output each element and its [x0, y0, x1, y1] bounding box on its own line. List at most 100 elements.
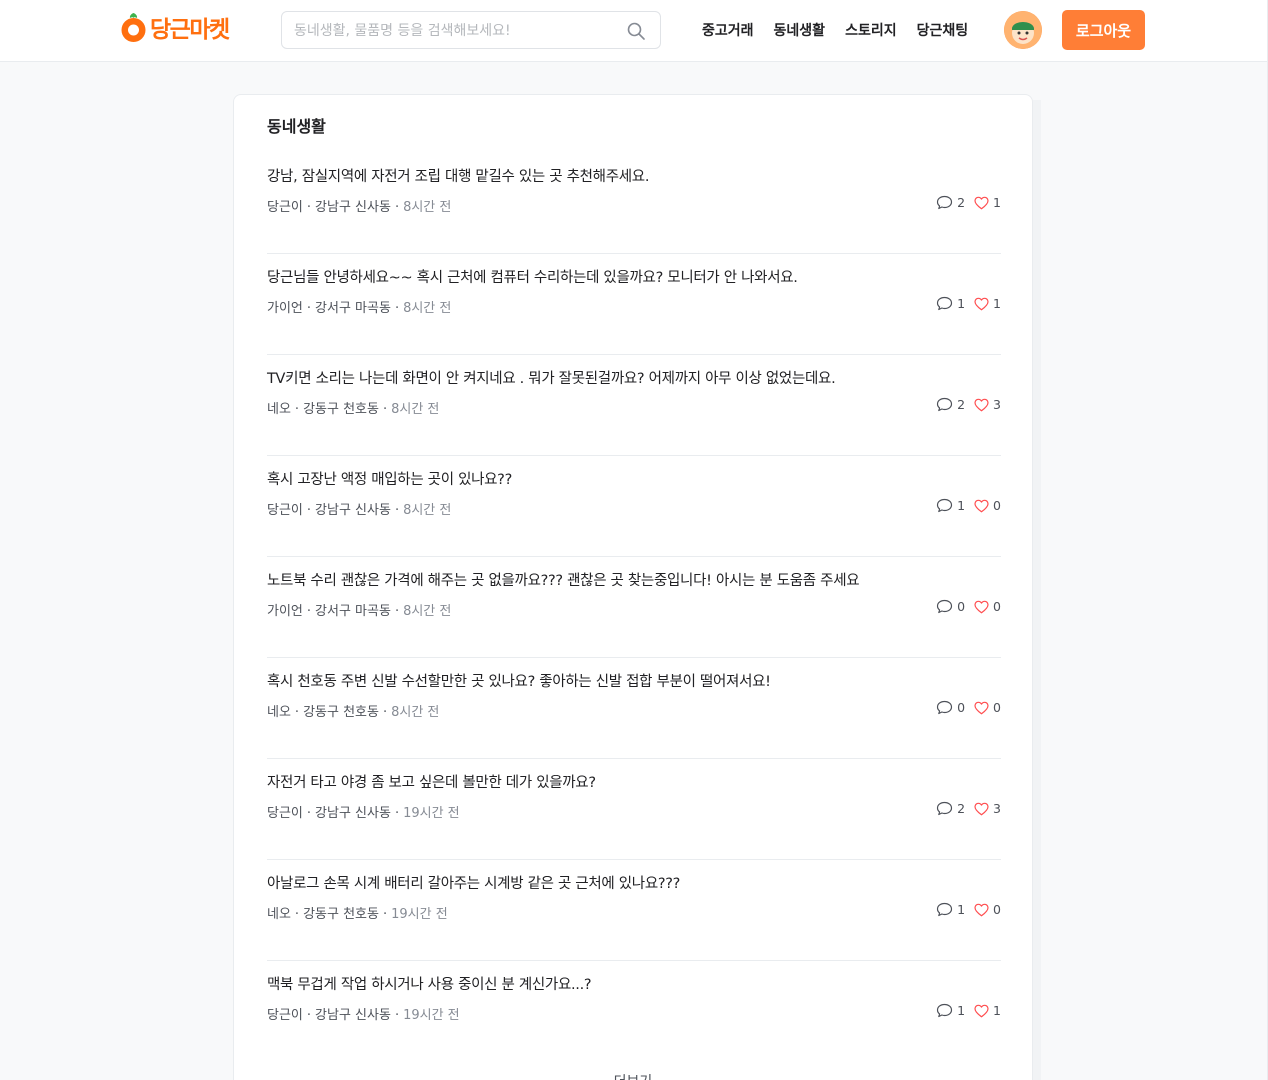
post-item[interactable]: 혹시 고장난 액정 매입하는 곳이 있나요?? 당근이 · 강남구 신사동 · 8시간 … — [267, 456, 1001, 557]
post-item[interactable]: 강남, 잠실지역에 자전거 조립 대행 맡길수 있는 곳 추천해주세요. 당근이… — [267, 153, 1001, 254]
comment-count-value: 2 — [957, 195, 966, 210]
post-title[interactable]: 혹시 고장난 액정 매입하는 곳이 있나요?? — [267, 468, 512, 489]
post-meta: 가이언 · 강서구 마곡동 · 8시간 전 — [267, 297, 451, 316]
post-title[interactable]: 맥북 무겁게 작업 하시거나 사용 중이신 분 계신가요...? — [267, 973, 592, 994]
logout-button[interactable]: 로그아웃 — [1062, 10, 1145, 50]
comment-count: 2 — [936, 397, 965, 412]
comment-count-value: 1 — [957, 498, 966, 513]
comment-icon — [936, 801, 953, 816]
post-item[interactable]: 당근님들 안녕하세요~~ 혹시 근처에 컴퓨터 수리하는데 있을까요? 모니터가… — [267, 254, 1001, 355]
nav-community[interactable]: 동네생활 — [774, 20, 826, 40]
heart-icon — [974, 802, 989, 816]
heart-icon — [974, 1004, 989, 1018]
post-author: 당근이 — [267, 806, 303, 821]
logo-text: 당근마켓 — [150, 17, 230, 43]
post-meta: 당근이 · 강남구 신사동 · 19시간 전 — [267, 802, 460, 821]
top-header: 당근마켓 중고거래 동네생활 스토리지 당근채팅 로그아웃 — [0, 0, 1268, 62]
comment-count: 1 — [936, 1003, 965, 1018]
comment-count-value: 1 — [957, 902, 966, 917]
post-time: 8시간 전 — [403, 200, 452, 215]
post-list: 강남, 잠실지역에 자전거 조립 대행 맡길수 있는 곳 추천해주세요. 당근이… — [267, 153, 1001, 1062]
like-count: 1 — [974, 195, 1001, 210]
post-item[interactable]: 노트북 수리 괜찮은 가격에 해주는 곳 없을까요??? 괜찮은 곳 찾는중입니… — [267, 557, 1001, 658]
comment-icon — [936, 498, 953, 513]
post-author: 가이언 — [267, 604, 303, 619]
post-title[interactable]: 당근님들 안녕하세요~~ 혹시 근처에 컴퓨터 수리하는데 있을까요? 모니터가… — [267, 266, 798, 287]
post-location: 강동구 천호동 — [303, 705, 379, 720]
like-count: 0 — [974, 902, 1001, 917]
separator-dot: · — [294, 907, 300, 922]
heart-icon — [974, 903, 989, 917]
post-title[interactable]: 노트북 수리 괜찮은 가격에 해주는 곳 없을까요??? 괜찮은 곳 찾는중입니… — [267, 569, 860, 590]
post-item[interactable]: 혹시 천호동 주변 신발 수선할만한 곳 있나요? 좋아하는 신발 접합 부분이… — [267, 658, 1001, 759]
post-location: 강남구 신사동 — [315, 200, 391, 215]
post-time: 19시간 전 — [391, 907, 448, 922]
post-title[interactable]: 자전거 타고 야경 좀 보고 싶은데 볼만한 데가 있을까요? — [267, 771, 596, 792]
separator-dot: · — [394, 806, 400, 821]
separator-dot: · — [306, 1008, 312, 1023]
post-time: 8시간 전 — [403, 503, 452, 518]
post-time: 8시간 전 — [391, 705, 440, 720]
post-author: 네오 — [267, 705, 291, 720]
post-title[interactable]: 강남, 잠실지역에 자전거 조립 대행 맡길수 있는 곳 추천해주세요. — [267, 165, 649, 186]
post-meta: 가이언 · 강서구 마곡동 · 8시간 전 — [267, 600, 451, 619]
comment-count: 1 — [936, 902, 965, 917]
search-icon[interactable] — [626, 21, 646, 41]
search-input[interactable] — [294, 20, 614, 42]
post-meta: 네오 · 강동구 천호동 · 8시간 전 — [267, 398, 439, 417]
comment-count: 1 — [936, 498, 965, 513]
post-stats: 0 0 — [936, 599, 1001, 614]
post-location: 강동구 천호동 — [303, 402, 379, 417]
heart-icon — [974, 398, 989, 412]
separator-dot: · — [394, 301, 400, 316]
like-count-value: 3 — [993, 801, 1001, 816]
avatar-icon[interactable] — [1004, 11, 1042, 49]
comment-count-value: 2 — [957, 801, 966, 816]
comment-count-value: 1 — [957, 1003, 966, 1018]
like-count-value: 1 — [993, 1003, 1001, 1018]
nav-storage[interactable]: 스토리지 — [845, 20, 897, 40]
logo[interactable]: 당근마켓 — [120, 10, 230, 44]
like-count: 0 — [974, 599, 1001, 614]
post-title[interactable]: 아날로그 손목 시계 배터리 갈아주는 시계방 같은 곳 근처에 있나요??? — [267, 872, 680, 893]
post-time: 8시간 전 — [391, 402, 440, 417]
section-title: 동네생활 — [267, 117, 326, 136]
post-item[interactable]: 아날로그 손목 시계 배터리 갈아주는 시계방 같은 곳 근처에 있나요??? … — [267, 860, 1001, 961]
nav-chat[interactable]: 당근채팅 — [917, 20, 969, 40]
post-title[interactable]: TV키면 소리는 나는데 화면이 안 켜지네요 . 뭐가 잘못된걸까요? 어제까… — [267, 367, 836, 388]
separator-dot: · — [294, 402, 300, 417]
comment-icon — [936, 397, 953, 412]
post-item[interactable]: 자전거 타고 야경 좀 보고 싶은데 볼만한 데가 있을까요? 당근이 · 강남구 … — [267, 759, 1001, 860]
post-stats: 2 3 — [936, 801, 1001, 816]
comment-count: 1 — [936, 296, 965, 311]
post-item[interactable]: TV키면 소리는 나는데 화면이 안 켜지네요 . 뭐가 잘못된걸까요? 어제까… — [267, 355, 1001, 456]
more-button[interactable]: 더보기 — [234, 1071, 1032, 1080]
separator-dot: · — [394, 503, 400, 518]
post-stats: 0 0 — [936, 700, 1001, 715]
post-item[interactable]: 맥북 무겁게 작업 하시거나 사용 중이신 분 계신가요...? 당근이 · 강남구… — [267, 961, 1001, 1062]
like-count: 1 — [974, 296, 1001, 311]
heart-icon — [974, 600, 989, 614]
separator-dot: · — [394, 200, 400, 215]
separator-dot: · — [306, 806, 312, 821]
post-location: 강서구 마곡동 — [315, 301, 391, 316]
separator-dot: · — [306, 604, 312, 619]
post-title[interactable]: 혹시 천호동 주변 신발 수선할만한 곳 있나요? 좋아하는 신발 접합 부분이… — [267, 670, 771, 691]
comment-count: 2 — [936, 801, 965, 816]
post-stats: 1 0 — [936, 902, 1001, 917]
post-stats: 1 1 — [936, 296, 1001, 311]
post-location: 강남구 신사동 — [315, 1008, 391, 1023]
post-time: 8시간 전 — [403, 604, 452, 619]
post-author: 가이언 — [267, 301, 303, 316]
post-meta: 네오 · 강동구 천호동 · 19시간 전 — [267, 903, 448, 922]
like-count-value: 1 — [993, 195, 1001, 210]
nav-used-trade[interactable]: 중고거래 — [702, 20, 754, 40]
comment-icon — [936, 700, 953, 715]
comment-count-value: 0 — [957, 599, 966, 614]
main-nav: 중고거래 동네생활 스토리지 당근채팅 — [702, 18, 988, 42]
post-author: 네오 — [267, 402, 291, 417]
comment-icon — [936, 195, 953, 210]
separator-dot: · — [394, 1008, 400, 1023]
post-meta: 당근이 · 강남구 신사동 · 8시간 전 — [267, 196, 451, 215]
like-count: 1 — [974, 1003, 1001, 1018]
